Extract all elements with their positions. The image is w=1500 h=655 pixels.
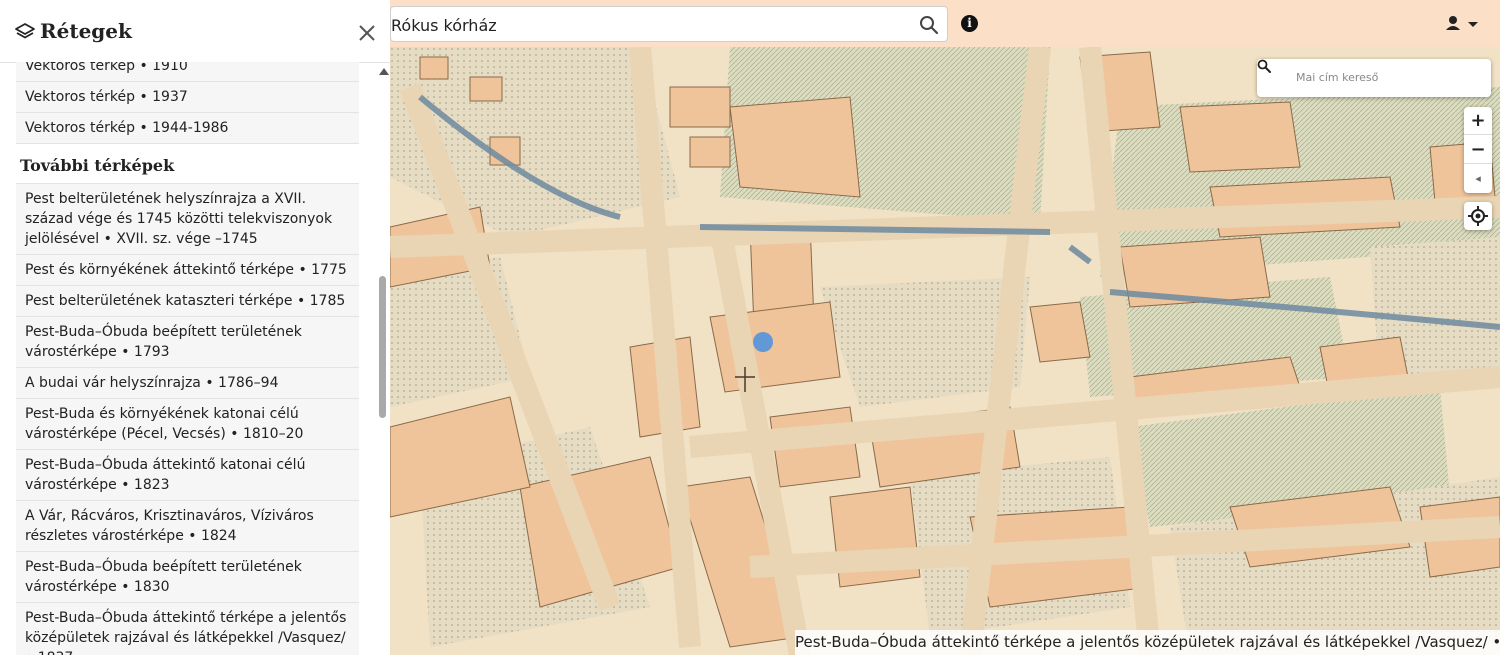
layer-item[interactable]: Pest belterületének kataszteri térképe •… [16,286,359,317]
info-icon[interactable]: i [961,15,978,32]
layer-item[interactable]: Vektoros térkép • 1937 [16,82,359,113]
zoom-out-button[interactable]: − [1464,136,1492,164]
close-icon[interactable] [354,20,380,46]
layer-item[interactable]: Vektoros térkép • 1910 [16,62,359,82]
layer-item[interactable]: A budai vár helyszínrajza • 1786–94 [16,368,359,399]
map-caption: Pest-Buda–Óbuda áttekintő térképe a jele… [795,630,1500,655]
layer-item[interactable]: Vektoros térkép • 1944-1986 [16,113,359,144]
sidebar-title: Rétegek [40,19,132,43]
layer-item[interactable]: Pest-Buda–Óbuda áttekintő térképe a jele… [16,603,359,655]
search-input[interactable]: Rókus kórház [390,6,948,42]
layer-item[interactable]: Pest-Buda és környékének katonai célú vá… [16,399,359,450]
top-bar: Rókus kórház i [390,0,1500,47]
scroll-up-arrow-icon[interactable] [379,68,389,75]
historic-map[interactable]: Mai cím kereső + − ◂ Pest-Buda–Óbuda átt… [390,47,1500,655]
location-marker[interactable] [753,332,773,352]
layers-sidebar: Rétegek Vektoros térkép • 1910 Vektoros … [0,0,391,655]
locate-button[interactable] [1464,202,1492,230]
crosshair-icon [1468,206,1488,226]
section-title: További térképek [16,144,359,184]
address-search-placeholder[interactable]: Mai cím kereső [1296,71,1378,84]
layer-item[interactable]: Pest-Buda–Óbuda áttekintő katonai célú v… [16,450,359,501]
zoom-in-button[interactable]: + [1464,107,1492,135]
compare-slider-button[interactable]: ◂ [1464,165,1492,193]
layer-item[interactable]: Pest és környékének áttekintő térképe • … [16,255,359,286]
sidebar-scrollbar[interactable] [376,62,390,655]
search-input-value[interactable]: Rókus kórház [391,16,497,35]
search-icon [1257,59,1271,73]
map-tiles [390,47,1500,655]
user-menu-icon[interactable] [1443,14,1485,34]
search-icon[interactable] [919,15,939,35]
layer-item[interactable]: Pest belterületének helyszínrajza a XVII… [16,184,359,255]
zoom-controls: + − ◂ [1464,107,1492,193]
layer-list: Vektoros térkép • 1910 Vektoros térkép •… [16,62,359,655]
layer-item[interactable]: Pest-Buda–Óbuda beépített területének vá… [16,317,359,368]
layers-icon [15,23,35,39]
layer-item[interactable]: A Vár, Rácváros, Krisztinaváros, Vízivár… [16,501,359,552]
scrollbar-thumb[interactable] [379,276,386,418]
layer-item[interactable]: Pest-Buda–Óbuda beépített területének vá… [16,552,359,603]
address-search-input[interactable]: Mai cím kereső [1257,59,1491,97]
sidebar-header: Rétegek [0,0,390,63]
